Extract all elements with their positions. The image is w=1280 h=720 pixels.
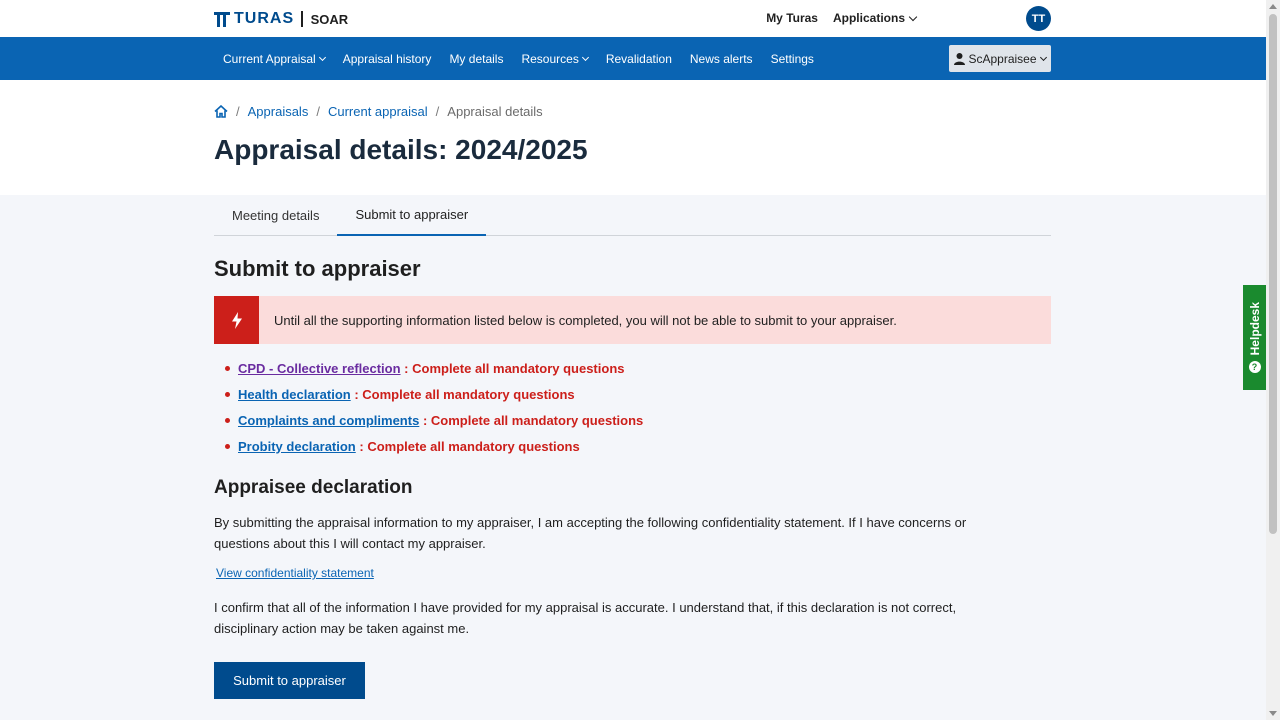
nav-my-details[interactable]: My details [440, 52, 512, 66]
lightning-icon [231, 311, 242, 329]
page-header: / Appraisals / Current appraisal / Appra… [0, 80, 1266, 195]
my-turas-link[interactable]: My Turas [766, 11, 818, 25]
main-nav: Current Appraisal Appraisal history My d… [0, 37, 1266, 80]
cpd-collective-reflection-link[interactable]: CPD - Collective reflection [238, 361, 401, 376]
scroll-down-icon[interactable] [1269, 711, 1277, 716]
turas-logo[interactable]: TURAS SOAR [214, 10, 348, 28]
chevron-down-icon [318, 53, 326, 61]
user-role-menu[interactable]: ScAppraisee [949, 45, 1051, 72]
view-confidentiality-link[interactable]: View confidentiality statement [216, 566, 374, 580]
tab-bar: Meeting details Submit to appraiser [214, 195, 1051, 236]
submit-to-appraiser-button[interactable]: Submit to appraiser [214, 662, 365, 699]
question-icon: ? [1248, 361, 1261, 374]
breadcrumb-separator: / [236, 104, 240, 119]
nav-label: Appraisal history [342, 51, 432, 66]
breadcrumb-separator: / [316, 104, 320, 119]
helpdesk-tab[interactable]: Helpdesk ? [1243, 285, 1266, 390]
breadcrumb-current-appraisal[interactable]: Current appraisal [328, 104, 428, 119]
turas-logo-icon [214, 11, 230, 27]
nav-appraisal-history[interactable]: Appraisal history [334, 52, 441, 66]
nav-label: Resources [521, 51, 579, 66]
list-item: Probity declaration : Complete all manda… [224, 437, 643, 463]
chevron-down-icon [908, 12, 918, 21]
issue-message: : Complete all mandatory questions [354, 387, 575, 402]
user-icon [954, 52, 966, 65]
chevron-down-icon [581, 53, 589, 61]
nav-resources[interactable]: Resources [512, 52, 596, 66]
list-item: Complaints and compliments : Complete al… [224, 411, 644, 437]
nav-label: Revalidation [605, 51, 672, 66]
helpdesk-label: Helpdesk [1247, 301, 1262, 356]
nav-settings[interactable]: Settings [762, 52, 823, 66]
issue-message: : Complete all mandatory questions [404, 361, 625, 376]
chevron-down-icon [1039, 53, 1047, 61]
user-menu-label: ScAppraisee [968, 51, 1037, 66]
nav-news-alerts[interactable]: News alerts [681, 52, 762, 66]
top-links: My Turas Applications [751, 11, 918, 25]
alert-icon-box [214, 296, 259, 344]
page-title: Appraisal details: 2024/2025 [214, 134, 588, 165]
declaration-paragraph-2: I confirm that all of the information I … [214, 600, 957, 636]
complaints-compliments-link[interactable]: Complaints and compliments [238, 413, 419, 428]
tab-submit-to-appraiser[interactable]: Submit to appraiser [337, 195, 487, 236]
vertical-scrollbar[interactable] [1266, 0, 1280, 720]
nav-label: News alerts [689, 51, 753, 66]
alert-text: Until all the supporting information lis… [274, 312, 897, 328]
list-item: CPD - Collective reflection : Complete a… [224, 359, 643, 385]
issue-message: : Complete all mandatory questions [359, 439, 580, 454]
home-icon[interactable] [214, 105, 228, 118]
breadcrumb-current: Appraisal details [447, 104, 543, 119]
nav-current-appraisal[interactable]: Current Appraisal [214, 52, 334, 66]
error-alert: Until all the supporting information lis… [214, 296, 1051, 344]
issue-message: : Complete all mandatory questions [422, 413, 644, 428]
top-bar: TURAS SOAR My Turas Applications TT [0, 0, 1266, 37]
incomplete-items-list: CPD - Collective reflection : Complete a… [224, 359, 644, 463]
logo-divider [301, 11, 303, 27]
applications-label: Applications [832, 11, 905, 25]
declaration-paragraph-1: By submitting the appraisal information … [214, 515, 967, 551]
nav-label: Current Appraisal [223, 51, 316, 66]
nav-label: Settings [770, 51, 814, 66]
list-item: Health declaration : Complete all mandat… [224, 385, 643, 411]
my-turas-label: My Turas [766, 11, 818, 25]
user-avatar[interactable]: TT [1026, 6, 1051, 31]
section-title: Submit to appraiser [214, 256, 421, 281]
declaration-title: Appraisee declaration [214, 477, 413, 498]
app-name: SOAR [310, 11, 349, 27]
nav-revalidation[interactable]: Revalidation [597, 52, 681, 66]
logo-text: TURAS [234, 10, 295, 27]
probity-declaration-link[interactable]: Probity declaration [238, 439, 356, 454]
scroll-thumb[interactable] [1269, 14, 1277, 534]
tab-meeting-details[interactable]: Meeting details [214, 195, 337, 235]
applications-menu[interactable]: Applications [832, 11, 918, 25]
health-declaration-link[interactable]: Health declaration [238, 387, 351, 402]
scroll-up-icon[interactable] [1269, 4, 1277, 9]
nav-label: My details [449, 51, 504, 66]
breadcrumb: / Appraisals / Current appraisal / Appra… [214, 104, 543, 119]
breadcrumb-separator: / [435, 104, 440, 119]
breadcrumb-appraisals[interactable]: Appraisals [248, 104, 309, 119]
